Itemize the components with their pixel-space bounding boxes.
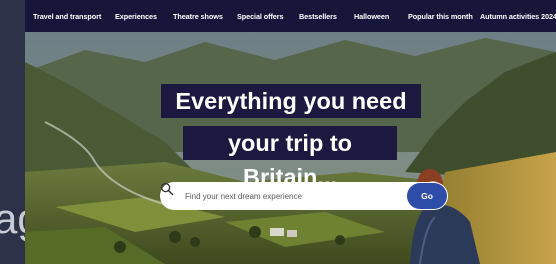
search-bar: Go <box>160 182 448 210</box>
nav-item-popular-this-month[interactable]: Popular this month <box>408 12 473 21</box>
go-button[interactable]: Go <box>407 183 447 209</box>
search-input[interactable] <box>185 186 375 206</box>
nav-item-halloween[interactable]: Halloween <box>354 12 389 21</box>
search-icon <box>160 182 174 196</box>
page: ag Travel and transport Experiences Thea… <box>0 0 556 264</box>
nav-item-special-offers[interactable]: Special offers <box>237 12 284 21</box>
nav-item-bestsellers[interactable]: Bestsellers <box>299 12 337 21</box>
top-navigation: Travel and transport Experiences Theatre… <box>25 0 556 32</box>
nav-item-autumn-activities[interactable]: Autumn activities 2024 <box>480 12 556 21</box>
nav-item-experiences[interactable]: Experiences <box>115 12 157 21</box>
headline-line-1: Everything you need for <box>161 84 421 148</box>
nav-item-theatre-shows[interactable]: Theatre shows <box>173 12 223 21</box>
left-gutter: ag <box>0 0 41 264</box>
headline-line-2: your trip to Britain... <box>183 126 397 190</box>
hero-banner: Everything you need for your trip to Bri… <box>25 32 556 264</box>
nav-item-travel-and-transport[interactable]: Travel and transport <box>33 12 101 21</box>
